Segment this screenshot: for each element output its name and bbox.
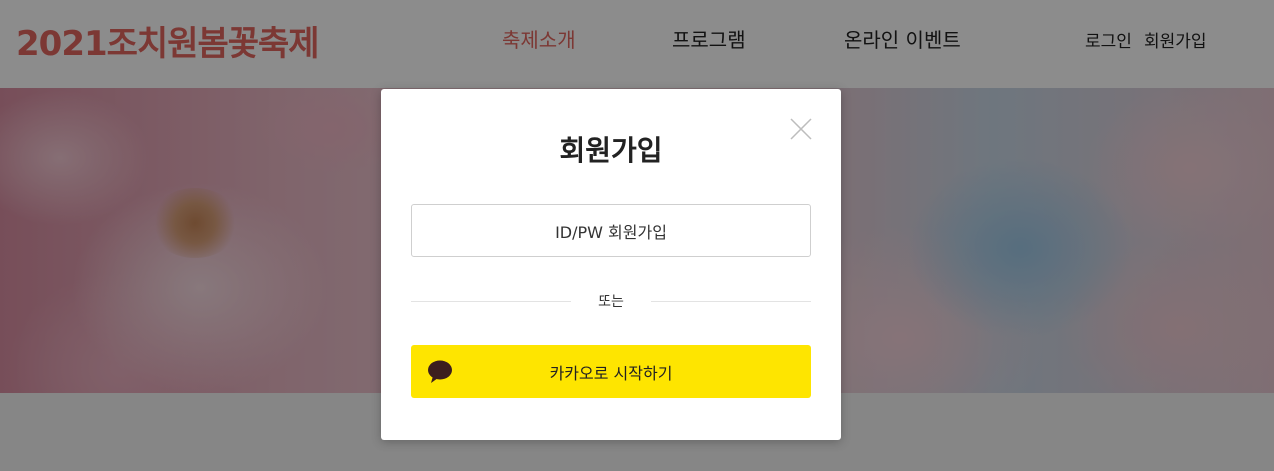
idpw-signup-button[interactable]: ID/PW 회원가입: [411, 204, 811, 257]
signup-modal: 회원가입 ID/PW 회원가입 또는 카카오로 시작하기: [381, 89, 841, 440]
divider-line-right: [651, 301, 811, 302]
kakao-start-button[interactable]: 카카오로 시작하기: [411, 345, 811, 398]
page: 2021조치원봄꽃축제 축제소개 프로그램 온라인 이벤트 로그인 회원가입 회…: [0, 0, 1274, 471]
modal-title: 회원가입: [559, 134, 663, 167]
kakao-start-label: 카카오로 시작하기: [549, 363, 673, 383]
idpw-signup-label: ID/PW 회원가입: [555, 222, 667, 242]
speech-bubble-icon: [427, 359, 453, 385]
or-divider: 또는: [411, 289, 811, 313]
